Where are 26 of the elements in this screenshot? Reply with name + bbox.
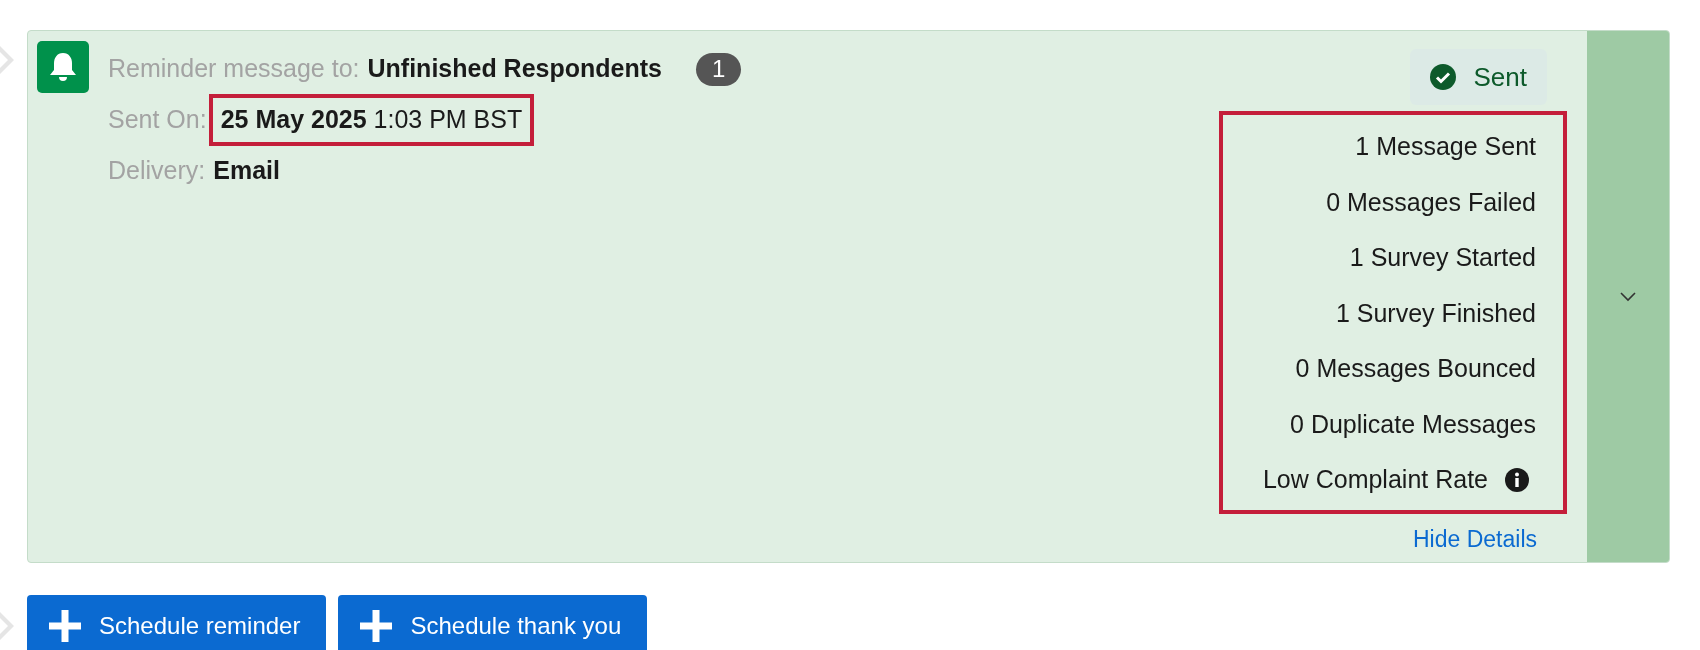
sent-date-text: 25 May 2025 1:03 PM BST (208, 94, 535, 146)
plus-icon (49, 610, 81, 642)
chevron-down-icon (1620, 291, 1636, 302)
stat-text: Low Complaint Rate (1262, 464, 1488, 495)
stat-text: 1 Survey Finished (1335, 297, 1536, 329)
bell-icon (37, 41, 89, 93)
check-circle-icon (1429, 64, 1456, 90)
field-label: Sent On: (108, 104, 207, 136)
recipients-text: Unfinished Respondents (367, 53, 662, 85)
stat-text: 1 Survey Started (1349, 242, 1536, 273)
count-badge: 1 (696, 52, 742, 86)
field-label: Reminder message to: (108, 53, 360, 85)
status-text: Sent (1473, 60, 1527, 94)
info-icon[interactable] (1504, 466, 1530, 493)
schedule-button[interactable]: Schedule reminder (27, 595, 327, 650)
stat-text: 1 Message Sent (1355, 131, 1536, 162)
stat-text: 0 Messages Bounced (1295, 353, 1536, 384)
chevron-marker-icon (0, 612, 16, 640)
chevron-marker-icon (0, 46, 16, 74)
schedule-button[interactable]: Schedule thank you (338, 595, 648, 650)
plus-icon (360, 610, 393, 642)
hide-details-link[interactable]: Hide Details (1413, 521, 1537, 556)
stat-text: 0 Messages Failed (1326, 186, 1536, 218)
delivery-text: Email (213, 155, 280, 187)
stat-text: 0 Duplicate Messages (1290, 408, 1536, 440)
field-label: Delivery: (108, 155, 206, 187)
